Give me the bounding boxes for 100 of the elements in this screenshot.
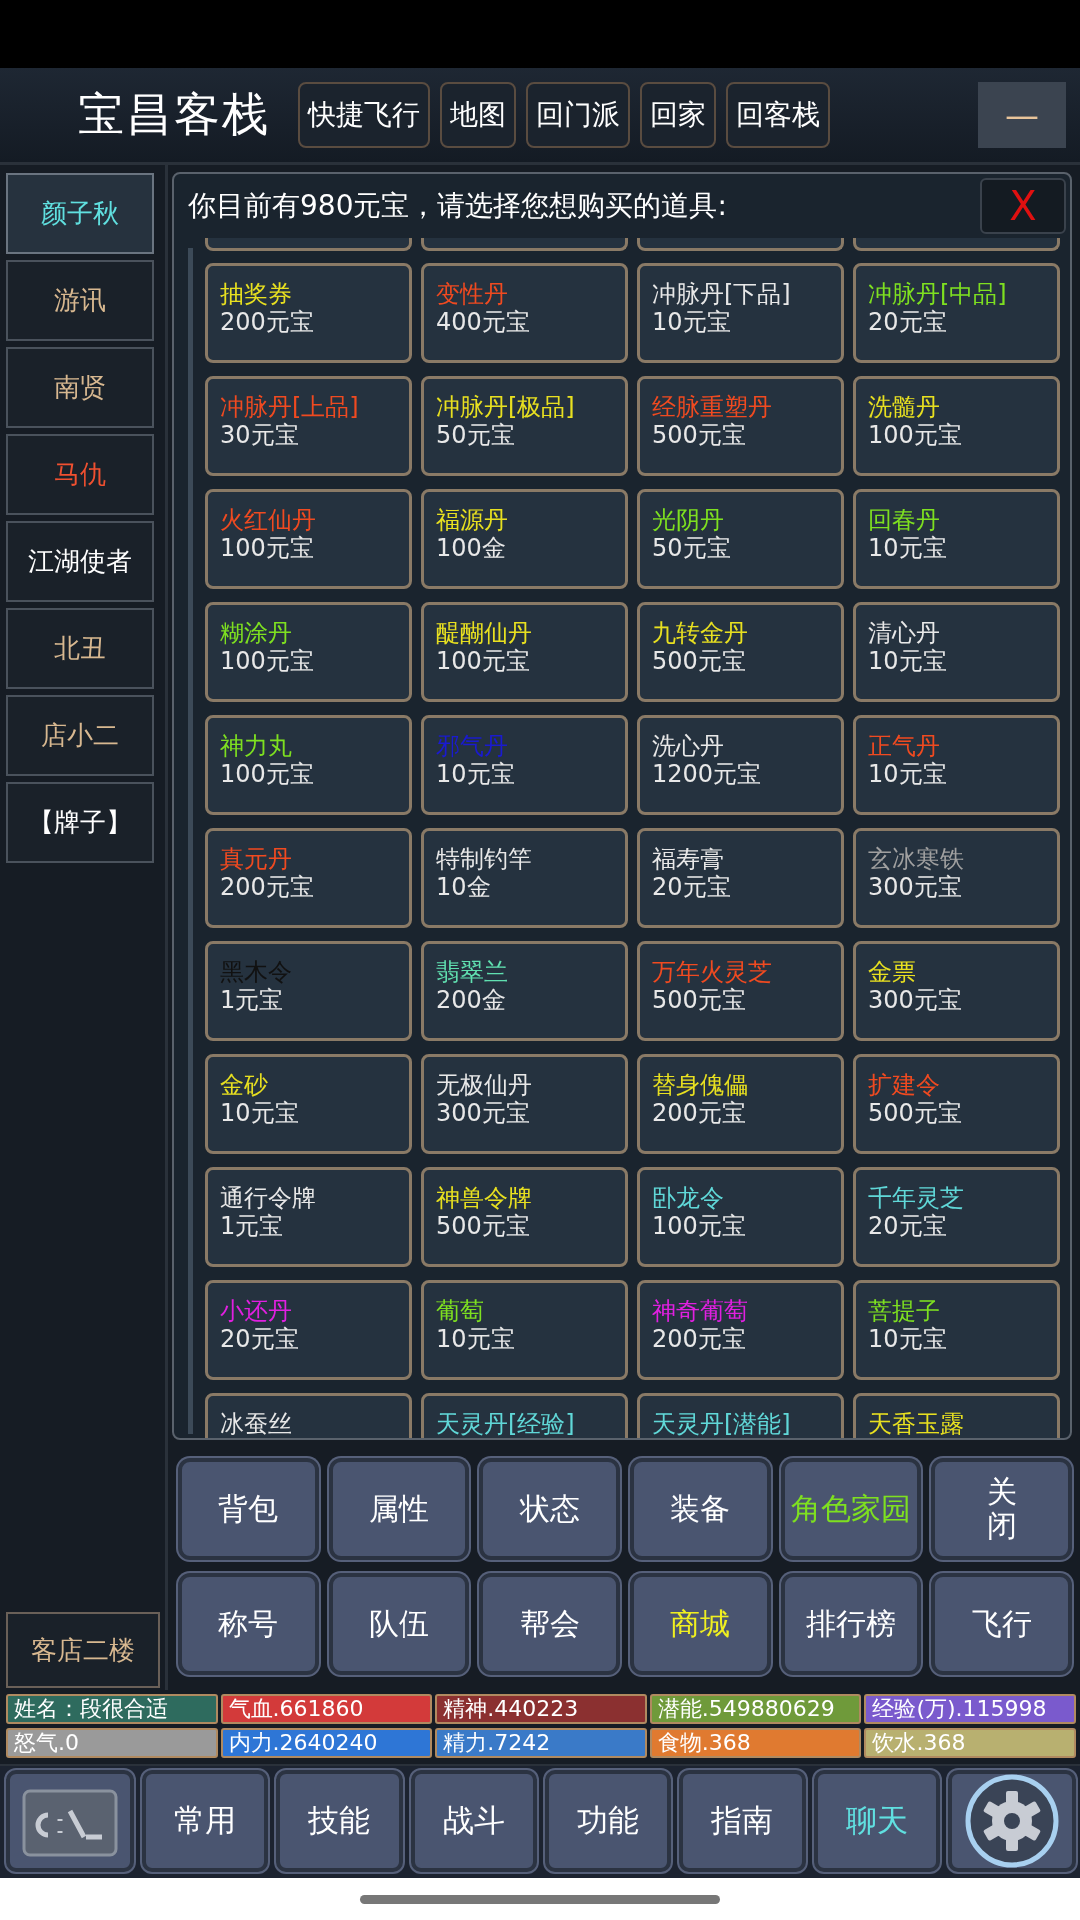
item-tile[interactable] bbox=[853, 238, 1060, 251]
npc-item[interactable]: 江湖使者 bbox=[6, 521, 154, 602]
npc-item[interactable]: 马仇 bbox=[6, 434, 154, 515]
npc-item[interactable]: 【牌子】 bbox=[6, 782, 154, 863]
nav-tab[interactable]: 常用 bbox=[142, 1770, 269, 1872]
item-tile[interactable]: 通行令牌 1元宝 bbox=[205, 1167, 412, 1267]
item-price: 200元宝 bbox=[220, 873, 314, 901]
item-tile[interactable]: 正气丹 10元宝 bbox=[853, 715, 1060, 815]
close-button[interactable]: X bbox=[980, 178, 1066, 234]
menu-button[interactable]: 称号 bbox=[178, 1573, 319, 1675]
nav-tab[interactable]: 功能 bbox=[545, 1770, 672, 1872]
npc-item[interactable]: 颜子秋 bbox=[6, 173, 154, 254]
item-tile[interactable]: 金票 300元宝 bbox=[853, 941, 1060, 1041]
item-price: 300元宝 bbox=[868, 986, 962, 1014]
item-tile[interactable]: 卧龙令 100元宝 bbox=[637, 1167, 844, 1267]
item-tile[interactable]: 翡翠兰 200金 bbox=[421, 941, 628, 1041]
nav-tab[interactable]: 战斗 bbox=[410, 1770, 537, 1872]
nav-button[interactable]: 回客栈 bbox=[726, 82, 830, 148]
item-tile[interactable]: 冲脉丹[极品] 50元宝 bbox=[421, 376, 628, 476]
item-tile[interactable]: 抽奖券 200元宝 bbox=[205, 263, 412, 363]
settings-button[interactable] bbox=[947, 1770, 1076, 1872]
item-tile[interactable]: 醍醐仙丹 100元宝 bbox=[421, 602, 628, 702]
item-name: 玄冰寒铁 bbox=[868, 845, 964, 873]
menu-button[interactable]: 排行榜 bbox=[780, 1573, 922, 1675]
item-tile[interactable]: 冲脉丹[下品] 10元宝 bbox=[637, 263, 844, 363]
item-tile[interactable]: 洗心丹 1200元宝 bbox=[637, 715, 844, 815]
menu-button[interactable]: 属性 bbox=[328, 1458, 470, 1560]
scrollbar[interactable] bbox=[188, 248, 193, 1434]
item-tile[interactable]: 神力丸 100元宝 bbox=[205, 715, 412, 815]
item-tile[interactable]: 菩提子 10元宝 bbox=[853, 1280, 1060, 1380]
item-tile[interactable]: 九转金丹 500元宝 bbox=[637, 602, 844, 702]
item-tile[interactable]: 小还丹 20元宝 bbox=[205, 1280, 412, 1380]
item-tile[interactable]: 神兽令牌 500元宝 bbox=[421, 1167, 628, 1267]
menu-button[interactable]: 飞行 bbox=[931, 1573, 1072, 1675]
npc-item[interactable]: 南贤 bbox=[6, 347, 154, 428]
npc-item[interactable]: 店小二 bbox=[6, 695, 154, 776]
menu-button[interactable]: 装备 bbox=[630, 1458, 771, 1560]
item-tile[interactable]: 真元丹 200元宝 bbox=[205, 828, 412, 928]
menu-button[interactable]: 背包 bbox=[178, 1458, 319, 1560]
menu-button[interactable]: 关闭 bbox=[931, 1458, 1072, 1560]
item-tile[interactable]: 葡萄 10元宝 bbox=[421, 1280, 628, 1380]
item-tile[interactable]: 福寿膏 20元宝 bbox=[637, 828, 844, 928]
item-tile[interactable]: 光阴丹 50元宝 bbox=[637, 489, 844, 589]
item-tile[interactable]: 洗髓丹 100元宝 bbox=[853, 376, 1060, 476]
item-tile[interactable]: 天灵丹[潜能] bbox=[637, 1393, 844, 1438]
nav-button[interactable]: 地图 bbox=[440, 82, 516, 148]
nav-button[interactable]: 快捷飞行 bbox=[298, 82, 430, 148]
floor-button[interactable]: 客店二楼 bbox=[6, 1612, 160, 1688]
nav-tab[interactable]: 聊天 bbox=[813, 1770, 940, 1872]
item-price: 400元宝 bbox=[436, 308, 530, 336]
minimize-button[interactable]: — bbox=[978, 82, 1066, 148]
item-tile[interactable] bbox=[205, 238, 412, 251]
npc-item[interactable]: 游讯 bbox=[6, 260, 154, 341]
npc-item[interactable]: 北丑 bbox=[6, 608, 154, 689]
item-price: 100元宝 bbox=[652, 1212, 746, 1240]
item-tile[interactable]: 变性丹 400元宝 bbox=[421, 263, 628, 363]
menu-button[interactable]: 商城 bbox=[630, 1573, 771, 1675]
item-tile[interactable]: 清心丹 10元宝 bbox=[853, 602, 1060, 702]
nav-tab[interactable]: 技能 bbox=[276, 1770, 403, 1872]
menu-button[interactable]: 队伍 bbox=[328, 1573, 470, 1675]
item-tile[interactable]: 千年灵芝 20元宝 bbox=[853, 1167, 1060, 1267]
item-tile[interactable]: 天灵丹[经验] bbox=[421, 1393, 628, 1438]
item-tile[interactable]: 经脉重塑丹 500元宝 bbox=[637, 376, 844, 476]
item-tile[interactable]: 神奇葡萄 200元宝 bbox=[637, 1280, 844, 1380]
nav-button[interactable]: 回家 bbox=[640, 82, 716, 148]
item-price: 10元宝 bbox=[652, 308, 731, 336]
item-tile[interactable]: 回春丹 10元宝 bbox=[853, 489, 1060, 589]
item-price: 100元宝 bbox=[220, 534, 314, 562]
stat-bar: 饮水.368 bbox=[864, 1728, 1076, 1758]
item-tile[interactable]: 万年火灵芝 500元宝 bbox=[637, 941, 844, 1041]
item-tile[interactable]: 无极仙丹 300元宝 bbox=[421, 1054, 628, 1154]
item-tile[interactable]: 替身傀儡 200元宝 bbox=[637, 1054, 844, 1154]
item-tile[interactable]: 特制钓竿 10金 bbox=[421, 828, 628, 928]
item-tile[interactable]: 冰蚕丝 bbox=[205, 1393, 412, 1438]
item-tile[interactable] bbox=[421, 238, 628, 251]
item-price: 1元宝 bbox=[220, 986, 284, 1014]
item-tile[interactable]: 福源丹 100金 bbox=[421, 489, 628, 589]
item-tile[interactable]: 邪气丹 10元宝 bbox=[421, 715, 628, 815]
menu-button[interactable]: 状态 bbox=[479, 1458, 620, 1560]
menu-button[interactable]: 角色家园 bbox=[780, 1458, 922, 1560]
stat-bar: 经验(万).115998 bbox=[864, 1694, 1076, 1724]
item-tile[interactable]: 糊涂丹 100元宝 bbox=[205, 602, 412, 702]
item-tile[interactable]: 火红仙丹 100元宝 bbox=[205, 489, 412, 589]
item-tile[interactable]: 冲脉丹[中品] 20元宝 bbox=[853, 263, 1060, 363]
item-name: 经脉重塑丹 bbox=[652, 393, 772, 421]
item-tile[interactable]: 冲脉丹[上品] 30元宝 bbox=[205, 376, 412, 476]
item-tile[interactable]: 天香玉露 bbox=[853, 1393, 1060, 1438]
item-tile[interactable]: 金砂 10元宝 bbox=[205, 1054, 412, 1154]
item-price: 50元宝 bbox=[436, 421, 515, 449]
terminal-button[interactable] bbox=[6, 1770, 134, 1872]
item-tile[interactable] bbox=[637, 238, 844, 251]
nav-tab[interactable]: 指南 bbox=[679, 1770, 806, 1872]
item-name: 菩提子 bbox=[868, 1297, 940, 1325]
menu-button[interactable]: 帮会 bbox=[479, 1573, 620, 1675]
item-name: 替身傀儡 bbox=[652, 1071, 748, 1099]
item-name: 冲脉丹[中品] bbox=[868, 280, 1007, 308]
home-indicator[interactable] bbox=[360, 1894, 720, 1904]
item-tile[interactable]: 扩建令 500元宝 bbox=[853, 1054, 1060, 1154]
item-tile[interactable]: 玄冰寒铁 300元宝 bbox=[853, 828, 1060, 928]
nav-button[interactable]: 回门派 bbox=[526, 82, 630, 148]
